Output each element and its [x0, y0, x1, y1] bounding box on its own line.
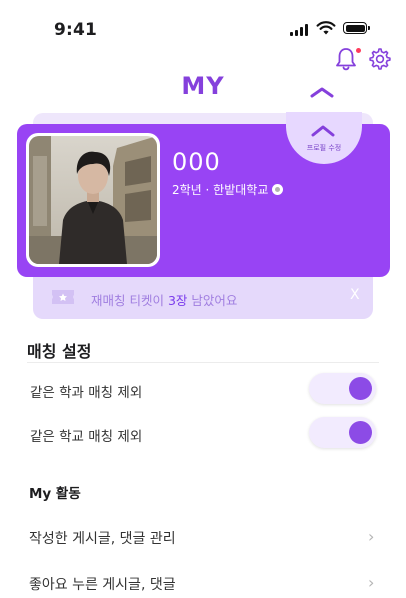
profile-detail: 2학년 · 한밭대학교 — [172, 181, 284, 198]
exclude-same-school-toggle[interactable] — [309, 417, 376, 448]
ticket-icon — [52, 290, 74, 304]
liked-posts-comments-item[interactable]: 좋아요 누른 게시글, 댓글 — [29, 574, 176, 594]
manage-posts-comments-item[interactable]: 작성한 게시글, 댓글 관리 — [29, 528, 176, 548]
divider — [27, 362, 379, 363]
matching-settings-title: 매칭 설정 — [27, 342, 92, 361]
verified-badge-icon — [272, 184, 284, 195]
exclude-same-major-toggle[interactable] — [309, 373, 376, 404]
cellular-signal-icon — [290, 24, 308, 36]
chevron-right-icon[interactable]: › — [368, 573, 374, 592]
ticket-text-after: 남았어요 — [187, 293, 238, 308]
wifi-icon — [316, 21, 336, 35]
profile-photo — [26, 133, 160, 267]
status-time: 9:41 — [54, 20, 98, 40]
battery-icon — [343, 22, 370, 34]
edit-profile-label[interactable]: 프로필 수정 — [286, 143, 362, 153]
toggle-knob — [349, 377, 372, 400]
ticket-text: 재매칭 티켓이 3장 남았어요 — [91, 290, 237, 309]
profile-detail-text: 2학년 · 한밭대학교 — [172, 183, 269, 197]
gear-icon[interactable] — [368, 47, 392, 71]
chevron-up-icon[interactable] — [309, 86, 335, 98]
ticket-count: 3장 — [167, 293, 188, 308]
page-title: MY — [181, 72, 225, 100]
chevron-up-icon[interactable] — [310, 124, 336, 138]
notification-dot — [356, 48, 361, 53]
profile-name: 000 — [172, 148, 221, 176]
exclude-same-major-label: 같은 학과 매칭 제외 — [30, 385, 143, 401]
toggle-knob — [349, 421, 372, 444]
exclude-same-school-label: 같은 학교 매칭 제외 — [30, 429, 143, 445]
my-activity-title: My 활동 — [29, 486, 81, 502]
ticket-text-before: 재매칭 티켓이 — [91, 293, 168, 308]
close-ticket-button[interactable]: X — [350, 287, 360, 303]
bell-icon[interactable] — [334, 46, 358, 72]
chevron-right-icon[interactable]: › — [368, 527, 374, 546]
